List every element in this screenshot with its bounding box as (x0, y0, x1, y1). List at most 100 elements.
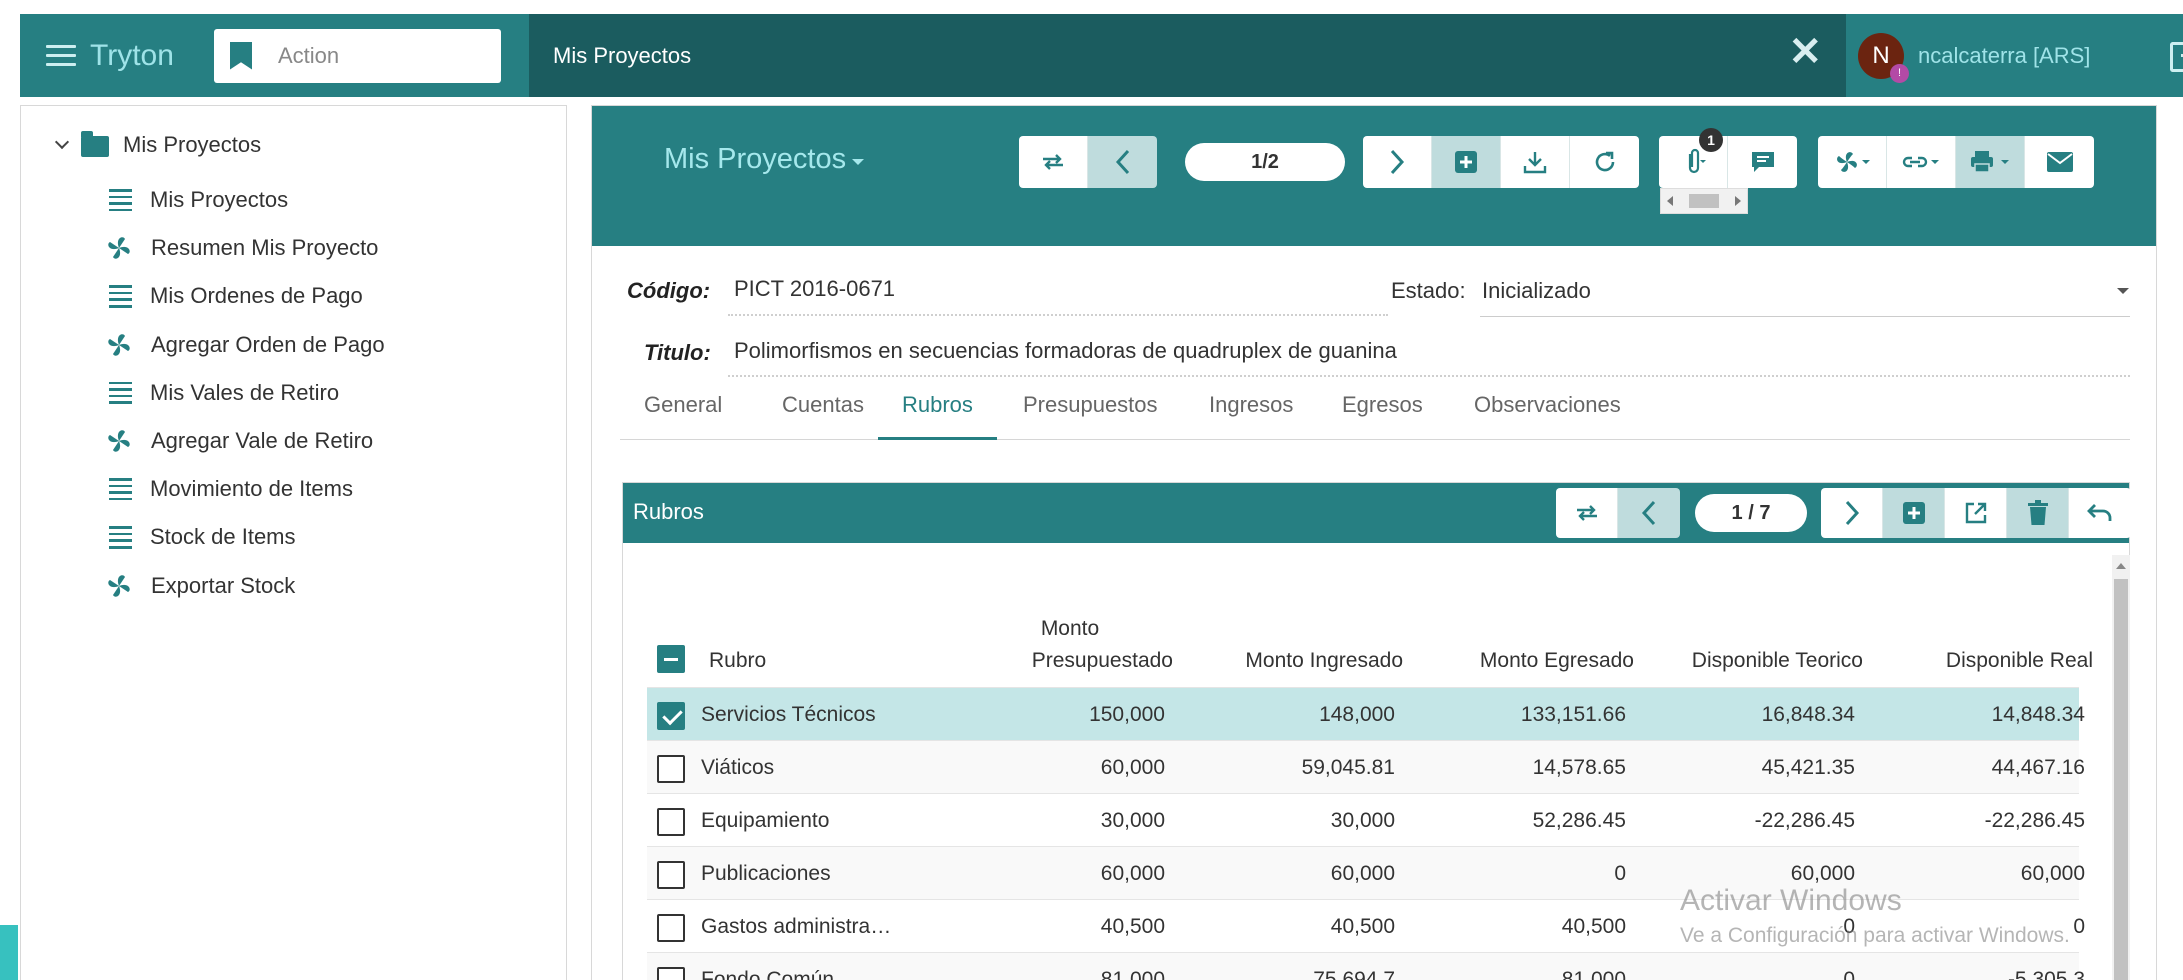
relate-button[interactable] (1887, 136, 1956, 188)
cell-presupuestado: 150,000 (1089, 703, 1165, 726)
table-row[interactable]: Fondo Común 81,000 75,694.7 81,000 0 -5,305.3 (647, 952, 2085, 980)
titulo-underline (728, 375, 2130, 377)
row-checkbox[interactable] (657, 808, 685, 836)
sidebar-root-mis-proyectos[interactable]: Mis Proyectos (54, 131, 262, 158)
scroll-left-icon[interactable] (1667, 196, 1673, 206)
envelope-icon (2046, 152, 2073, 172)
row-checkbox[interactable] (657, 702, 685, 730)
sidebar-item-mis-proyectos[interactable]: Mis Proyectos (109, 176, 385, 224)
cell-teorico: -22,286.45 (1754, 809, 1855, 832)
avatar[interactable]: N ! (1858, 32, 1909, 83)
nav-button-group (1019, 136, 1157, 188)
sidebar-item-stock-de-items[interactable]: Stock de Items (109, 513, 385, 561)
estado-select[interactable]: Inicializado (1482, 278, 1591, 304)
sidebar-item-exportar-stock[interactable]: Exportar Stock (108, 562, 385, 610)
close-tab-icon[interactable]: ✕ (1788, 32, 1822, 72)
user-menu[interactable]: N ! ncalcaterra [ARS] (1858, 14, 2090, 97)
sidebar-item-agregar-orden-de-pago[interactable]: Agregar Orden de Pago (108, 321, 385, 369)
switch-view-button[interactable] (1019, 136, 1088, 188)
sidebar-item-mis-vales-de-retiro[interactable]: Mis Vales de Retiro (109, 369, 385, 417)
print-button[interactable] (1956, 136, 2025, 188)
action-search-input[interactable]: Action (214, 28, 501, 83)
app-menu-button[interactable]: Tryton (46, 39, 214, 73)
rubros-toolbar: Rubros 1 / 7 (623, 483, 2131, 543)
scroll-up-icon[interactable] (2116, 563, 2126, 569)
action-button[interactable] (1818, 136, 1887, 188)
previous-record-button[interactable] (1088, 136, 1157, 188)
email-button[interactable] (2025, 136, 2094, 188)
rubros-next-button[interactable] (1821, 488, 1883, 538)
header-disponible-teorico[interactable]: Disponible Teorico (1634, 645, 1863, 677)
scroll-thumb[interactable] (2114, 579, 2128, 980)
sidebar-item-label: Movimiento de Items (150, 476, 353, 502)
cell-presupuestado: 60,000 (1100, 862, 1165, 885)
note-button[interactable] (1728, 136, 1797, 188)
tab-cuentas[interactable]: Cuentas (782, 384, 864, 440)
toolbar-scrollbar[interactable] (1660, 188, 1748, 214)
rubros-previous-button[interactable] (1618, 488, 1680, 538)
cell-egresado: 14,578.65 (1532, 756, 1626, 779)
bookmark-icon[interactable] (230, 41, 252, 70)
chevron-right-icon (1845, 500, 1859, 526)
sidebar-item-agregar-vale-de-retiro[interactable]: Agregar Vale de Retiro (108, 417, 385, 465)
header-rubro[interactable]: Rubro (709, 645, 766, 677)
hamburger-icon (46, 45, 76, 66)
tab-observaciones[interactable]: Observaciones (1474, 384, 1621, 440)
tab-egresos[interactable]: Egresos (1342, 384, 1423, 440)
table-row[interactable]: Servicios Técnicos 150,000 148,000 133,151.… (647, 687, 2085, 740)
user-name[interactable]: ncalcaterra [ARS] (1918, 43, 2090, 69)
reload-button[interactable] (1570, 136, 1639, 188)
header-disponible-real[interactable]: Disponible Real (1863, 645, 2093, 677)
select-all-checkbox[interactable] (657, 645, 685, 673)
download-icon (1523, 152, 1547, 174)
corner-tab (0, 925, 18, 980)
external-link-icon (1965, 502, 1986, 524)
tab-presupuestos[interactable]: Presupuestos (1023, 384, 1158, 440)
sidebar-item-label: Agregar Vale de Retiro (151, 428, 374, 454)
sidebar-item-movimiento-de-items[interactable]: Movimiento de Items (109, 465, 385, 513)
attachment-count-badge: 1 (1699, 128, 1723, 152)
tab-rubros[interactable]: Rubros (878, 384, 997, 440)
cell-teorico: 0 (1843, 968, 1855, 980)
save-button[interactable] (1501, 136, 1570, 188)
rubros-table: Rubro Monto Presupuestado Monto Ingresad… (647, 597, 2093, 980)
sidebar-item-mis-ordenes-de-pago[interactable]: Mis Ordenes de Pago (109, 272, 385, 320)
rubros-undo-button[interactable] (2069, 488, 2131, 538)
codigo-label: Código: (627, 278, 711, 303)
rubros-delete-button[interactable] (2007, 488, 2069, 538)
attachment-button[interactable]: 1 (1659, 128, 1728, 188)
sidebar-item-resumen-mis-proyecto[interactable]: Resumen Mis Proyecto (108, 224, 385, 272)
caret-down-icon[interactable] (2117, 288, 2129, 294)
tab-general[interactable]: General (644, 384, 722, 440)
new-record-button[interactable] (1432, 136, 1501, 188)
row-checkbox[interactable] (657, 861, 685, 889)
row-checkbox[interactable] (657, 914, 685, 942)
plus-square-icon (1455, 151, 1477, 173)
row-checkbox[interactable] (657, 967, 685, 980)
scroll-thumb[interactable] (1689, 194, 1719, 208)
logout-icon[interactable] (2170, 42, 2183, 72)
rubros-switch-button[interactable] (1556, 488, 1618, 538)
tab-ingresos[interactable]: Ingresos (1209, 384, 1293, 440)
cell-ingresado: 148,000 (1319, 703, 1395, 726)
next-record-button[interactable] (1363, 136, 1432, 188)
codigo-field[interactable]: PICT 2016-0671 (734, 276, 895, 302)
caret-down-icon (852, 158, 865, 165)
table-row[interactable]: Equipamiento 30,000 30,000 52,286.45 -22,286… (647, 793, 2085, 846)
header-monto-presupuestado[interactable]: Monto Presupuestado (907, 613, 1173, 677)
rubros-new-button[interactable] (1883, 488, 1945, 538)
row-checkbox[interactable] (657, 755, 685, 783)
table-scrollbar[interactable] (2112, 555, 2130, 980)
table-row[interactable]: Viáticos 60,000 59,045.81 14,578.65 45,421.3… (647, 740, 2085, 793)
header-monto-ingresado[interactable]: Monto Ingresado (1173, 645, 1403, 677)
tab-mis-proyectos[interactable]: Mis Proyectos ✕ (529, 14, 1846, 97)
form-title-menu[interactable]: Mis Proyectos (664, 143, 865, 176)
rubros-open-button[interactable] (1945, 488, 2007, 538)
titulo-field[interactable]: Polimorfismos en secuencias formadoras d… (734, 338, 1397, 364)
chevron-down-icon[interactable] (54, 134, 70, 150)
avatar-initial: N (1872, 41, 1890, 69)
header-monto-egresado[interactable]: Monto Egresado (1403, 645, 1634, 677)
scroll-right-icon[interactable] (1735, 196, 1741, 206)
sidebar-root-label: Mis Proyectos (123, 132, 262, 157)
form-toolbar: Mis Proyectos 1/2 1 (592, 106, 2156, 246)
